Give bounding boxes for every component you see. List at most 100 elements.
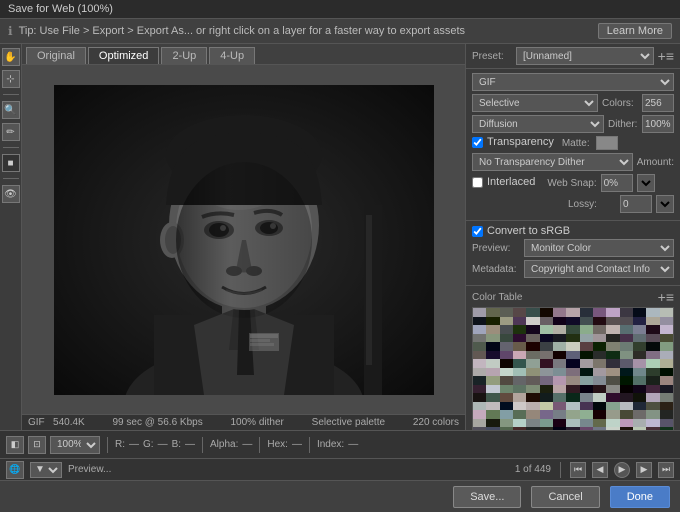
color-table-cell[interactable] [646, 359, 659, 368]
resize-btn-right[interactable]: ⊡ [28, 436, 46, 454]
color-table-cell[interactable] [593, 308, 606, 317]
color-table-cell[interactable] [606, 393, 619, 402]
color-table-cell[interactable] [660, 385, 673, 394]
color-table-cell[interactable] [606, 342, 619, 351]
color-table-cell[interactable] [500, 334, 513, 343]
color-table-cell[interactable] [473, 419, 486, 428]
color-table-cell[interactable] [646, 351, 659, 360]
color-table-cell[interactable] [473, 359, 486, 368]
color-table-cell[interactable] [580, 410, 593, 419]
color-table-cell[interactable] [646, 393, 659, 402]
color-table-cell[interactable] [593, 427, 606, 430]
color-table-cell[interactable] [593, 334, 606, 343]
color-table-cell[interactable] [500, 402, 513, 411]
color-table-cell[interactable] [593, 325, 606, 334]
tab-optimized[interactable]: Optimized [88, 47, 160, 64]
color-table-cell[interactable] [553, 419, 566, 428]
color-table-cell[interactable] [473, 393, 486, 402]
websnap-dropdown[interactable]: ▼ [637, 174, 655, 192]
color-table-cell[interactable] [513, 351, 526, 360]
color-table-cell[interactable] [566, 368, 579, 377]
color-table-cell[interactable] [593, 402, 606, 411]
color-table-cell[interactable] [620, 427, 633, 430]
cancel-button[interactable]: Cancel [531, 486, 599, 508]
color-table-cell[interactable] [553, 393, 566, 402]
color-table-cell[interactable] [486, 393, 499, 402]
color-table-cell[interactable] [526, 385, 539, 394]
color-table-cell[interactable] [553, 368, 566, 377]
color-table-cell[interactable] [660, 368, 673, 377]
color-table-cell[interactable] [473, 410, 486, 419]
color-table-cell[interactable] [500, 325, 513, 334]
frame-prev-button[interactable]: ◀ [592, 462, 608, 478]
color-table-cell[interactable] [540, 427, 553, 430]
color-table-cell[interactable] [620, 368, 633, 377]
color-table-cell[interactable] [593, 351, 606, 360]
color-table-cell[interactable] [580, 376, 593, 385]
color-table-cell[interactable] [500, 308, 513, 317]
color-table-cell[interactable] [580, 325, 593, 334]
color-table-cell[interactable] [500, 410, 513, 419]
color-table-cell[interactable] [540, 308, 553, 317]
color-table-cell[interactable] [580, 368, 593, 377]
color-table-cell[interactable] [500, 317, 513, 326]
color-table-cell[interactable] [646, 376, 659, 385]
learn-more-button[interactable]: Learn More [598, 23, 672, 39]
color-table-cell[interactable] [526, 325, 539, 334]
color-table-cell[interactable] [473, 308, 486, 317]
color-table-cell[interactable] [473, 376, 486, 385]
color-table-cell[interactable] [500, 393, 513, 402]
matte-color-swatch[interactable] [596, 136, 618, 150]
color-table-cell[interactable] [486, 308, 499, 317]
convert-srgb-checkbox[interactable] [472, 226, 483, 237]
color-table-cell[interactable] [500, 359, 513, 368]
color-table-cell[interactable] [606, 376, 619, 385]
color-table-cell[interactable] [606, 317, 619, 326]
color-table-cell[interactable] [486, 385, 499, 394]
color-table-cell[interactable] [540, 402, 553, 411]
color-table-cell[interactable] [660, 419, 673, 428]
tab-2up[interactable]: 2-Up [161, 47, 207, 64]
color-table-cell[interactable] [660, 334, 673, 343]
color-table-cell[interactable] [593, 368, 606, 377]
tab-original[interactable]: Original [26, 47, 86, 64]
tab-4up[interactable]: 4-Up [209, 47, 255, 64]
color-table-cell[interactable] [566, 308, 579, 317]
color-table-cell[interactable] [473, 402, 486, 411]
color-table-cell[interactable] [500, 376, 513, 385]
color-swatch-tool[interactable]: ■ [2, 154, 20, 172]
color-table-cell[interactable] [606, 308, 619, 317]
color-table-cell[interactable] [593, 317, 606, 326]
color-table-cell[interactable] [660, 427, 673, 430]
color-table-cell[interactable] [633, 410, 646, 419]
zoom-tool[interactable]: 🔍 [2, 101, 20, 119]
color-table-cell[interactable] [660, 342, 673, 351]
frame-play-button[interactable]: ▶ [614, 462, 630, 478]
color-table-cell[interactable] [540, 419, 553, 428]
color-table-cell[interactable] [566, 376, 579, 385]
color-table-cell[interactable] [566, 393, 579, 402]
color-table-cell[interactable] [473, 325, 486, 334]
color-table-cell[interactable] [513, 393, 526, 402]
color-table-cell[interactable] [540, 325, 553, 334]
color-table-cell[interactable] [553, 317, 566, 326]
color-table-cell[interactable] [620, 419, 633, 428]
websnap-input[interactable] [601, 174, 633, 192]
color-table-cell[interactable] [486, 410, 499, 419]
color-table-cell[interactable] [553, 308, 566, 317]
color-table-cell[interactable] [633, 385, 646, 394]
color-table-cell[interactable] [646, 308, 659, 317]
color-table-cell[interactable] [540, 368, 553, 377]
color-table-cell[interactable] [566, 402, 579, 411]
color-table-cell[interactable] [526, 308, 539, 317]
color-table-cell[interactable] [580, 359, 593, 368]
metadata-select[interactable]: Copyright and Contact Info [524, 260, 674, 278]
preview-browser-button[interactable]: 🌐 [6, 461, 24, 479]
colors-input[interactable] [642, 94, 674, 112]
color-table-cell[interactable] [513, 325, 526, 334]
color-table-cell[interactable] [513, 419, 526, 428]
color-table-cell[interactable] [660, 376, 673, 385]
color-table-cell[interactable] [486, 419, 499, 428]
color-table-cell[interactable] [473, 334, 486, 343]
color-table-cell[interactable] [633, 325, 646, 334]
